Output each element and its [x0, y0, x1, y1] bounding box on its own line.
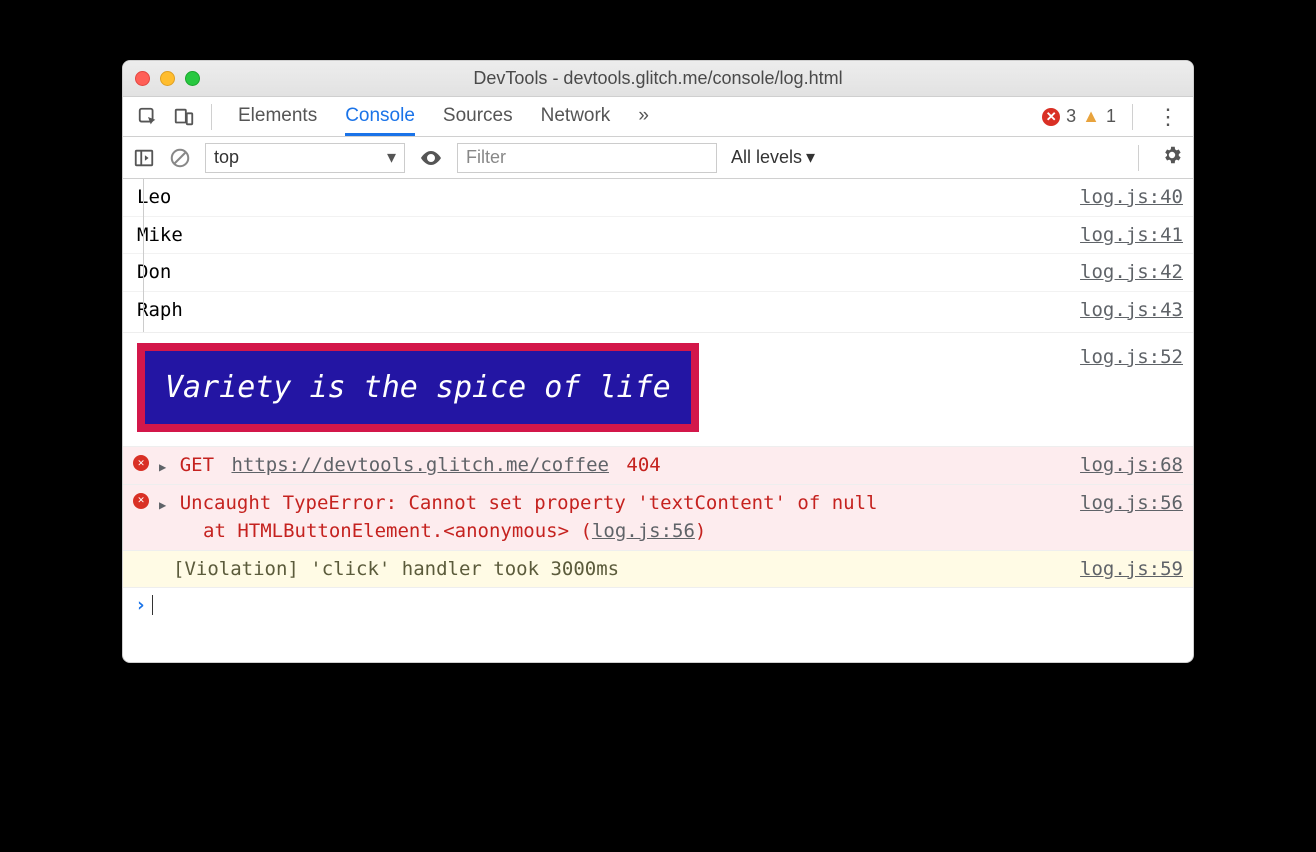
- divider: [1138, 145, 1139, 171]
- titlebar: DevTools - devtools.glitch.me/console/lo…: [123, 61, 1193, 97]
- tab-console[interactable]: Console: [345, 97, 415, 136]
- tree-guide: [143, 179, 144, 332]
- error-count: 3: [1066, 106, 1076, 127]
- issue-counts[interactable]: ✕ 3 ▲ 1: [1042, 106, 1116, 127]
- context-value: top: [214, 147, 239, 168]
- expand-icon[interactable]: ▶: [159, 496, 166, 514]
- eye-icon[interactable]: [419, 146, 443, 170]
- source-link[interactable]: log.js:59: [1070, 555, 1183, 584]
- http-status: 404: [626, 454, 660, 476]
- log-row-violation: [Violation] 'click' handler took 3000ms …: [123, 551, 1193, 589]
- source-link[interactable]: log.js:68: [1070, 451, 1183, 480]
- error-message: Uncaught TypeError: Cannot set property …: [180, 492, 878, 514]
- error-icon: ✕: [1042, 108, 1060, 126]
- source-link[interactable]: log.js:43: [1070, 296, 1183, 325]
- http-method: GET: [180, 454, 214, 476]
- console-toolbar: top ▾ All levels ▾: [123, 137, 1193, 179]
- error-icon: ✕: [133, 493, 149, 509]
- inspect-icon[interactable]: [137, 106, 159, 128]
- settings-icon[interactable]: [1161, 144, 1183, 172]
- panel-tabs: Elements Console Sources Network »: [238, 97, 649, 136]
- filter-input[interactable]: [457, 143, 717, 173]
- log-row-error-typeerror: ✕ ▶ Uncaught TypeError: Cannot set prope…: [123, 485, 1193, 551]
- source-link[interactable]: log.js:41: [1070, 221, 1183, 250]
- clear-console-icon[interactable]: [169, 147, 191, 169]
- text-cursor: [152, 595, 153, 615]
- chevron-down-icon: ▾: [387, 147, 396, 168]
- execution-context-select[interactable]: top ▾: [205, 143, 405, 173]
- source-link[interactable]: log.js:52: [1070, 343, 1183, 432]
- devtools-window: DevTools - devtools.glitch.me/console/lo…: [122, 60, 1194, 663]
- request-url[interactable]: https://devtools.glitch.me/coffee: [231, 454, 609, 476]
- device-toolbar-icon[interactable]: [173, 106, 195, 128]
- warning-icon: ▲: [1082, 106, 1100, 127]
- log-row-styled: Variety is the spice of life log.js:52: [123, 333, 1193, 447]
- tab-overflow[interactable]: »: [638, 97, 649, 136]
- warning-count: 1: [1106, 106, 1116, 127]
- levels-label: All levels: [731, 147, 802, 168]
- devtools-tabstrip: Elements Console Sources Network » ✕ 3 ▲…: [123, 97, 1193, 137]
- tab-network[interactable]: Network: [541, 97, 611, 136]
- log-levels-select[interactable]: All levels ▾: [731, 147, 815, 168]
- tab-elements[interactable]: Elements: [238, 97, 317, 136]
- stack-link[interactable]: log.js:56: [592, 520, 695, 542]
- error-icon: ✕: [133, 455, 149, 471]
- tab-sources[interactable]: Sources: [443, 97, 513, 136]
- more-options-icon[interactable]: ⋮: [1157, 104, 1179, 130]
- prompt-chevron-icon: ›: [135, 594, 146, 616]
- log-group: Leo log.js:40 Mike log.js:41 Don log.js:…: [123, 179, 1193, 333]
- divider: [211, 104, 212, 130]
- sidebar-toggle-icon[interactable]: [133, 147, 155, 169]
- styled-message: Variety is the spice of life: [137, 343, 699, 432]
- log-row-error-404: ✕ ▶ GET https://devtools.glitch.me/coffe…: [123, 447, 1193, 485]
- source-link[interactable]: log.js:42: [1070, 258, 1183, 287]
- source-link[interactable]: log.js:56: [1070, 489, 1183, 546]
- window-title: DevTools - devtools.glitch.me/console/lo…: [123, 68, 1193, 89]
- violation-message: [Violation] 'click' handler took 3000ms: [173, 558, 619, 580]
- console-output: Leo log.js:40 Mike log.js:41 Don log.js:…: [123, 179, 1193, 662]
- stack-prefix: at HTMLButtonElement.<anonymous> (: [203, 520, 592, 542]
- expand-icon[interactable]: ▶: [159, 458, 166, 476]
- stack-suffix: ): [695, 520, 706, 542]
- divider: [1132, 104, 1133, 130]
- console-prompt[interactable]: ›: [123, 588, 1193, 622]
- source-link[interactable]: log.js:40: [1070, 183, 1183, 212]
- chevron-down-icon: ▾: [806, 147, 815, 168]
